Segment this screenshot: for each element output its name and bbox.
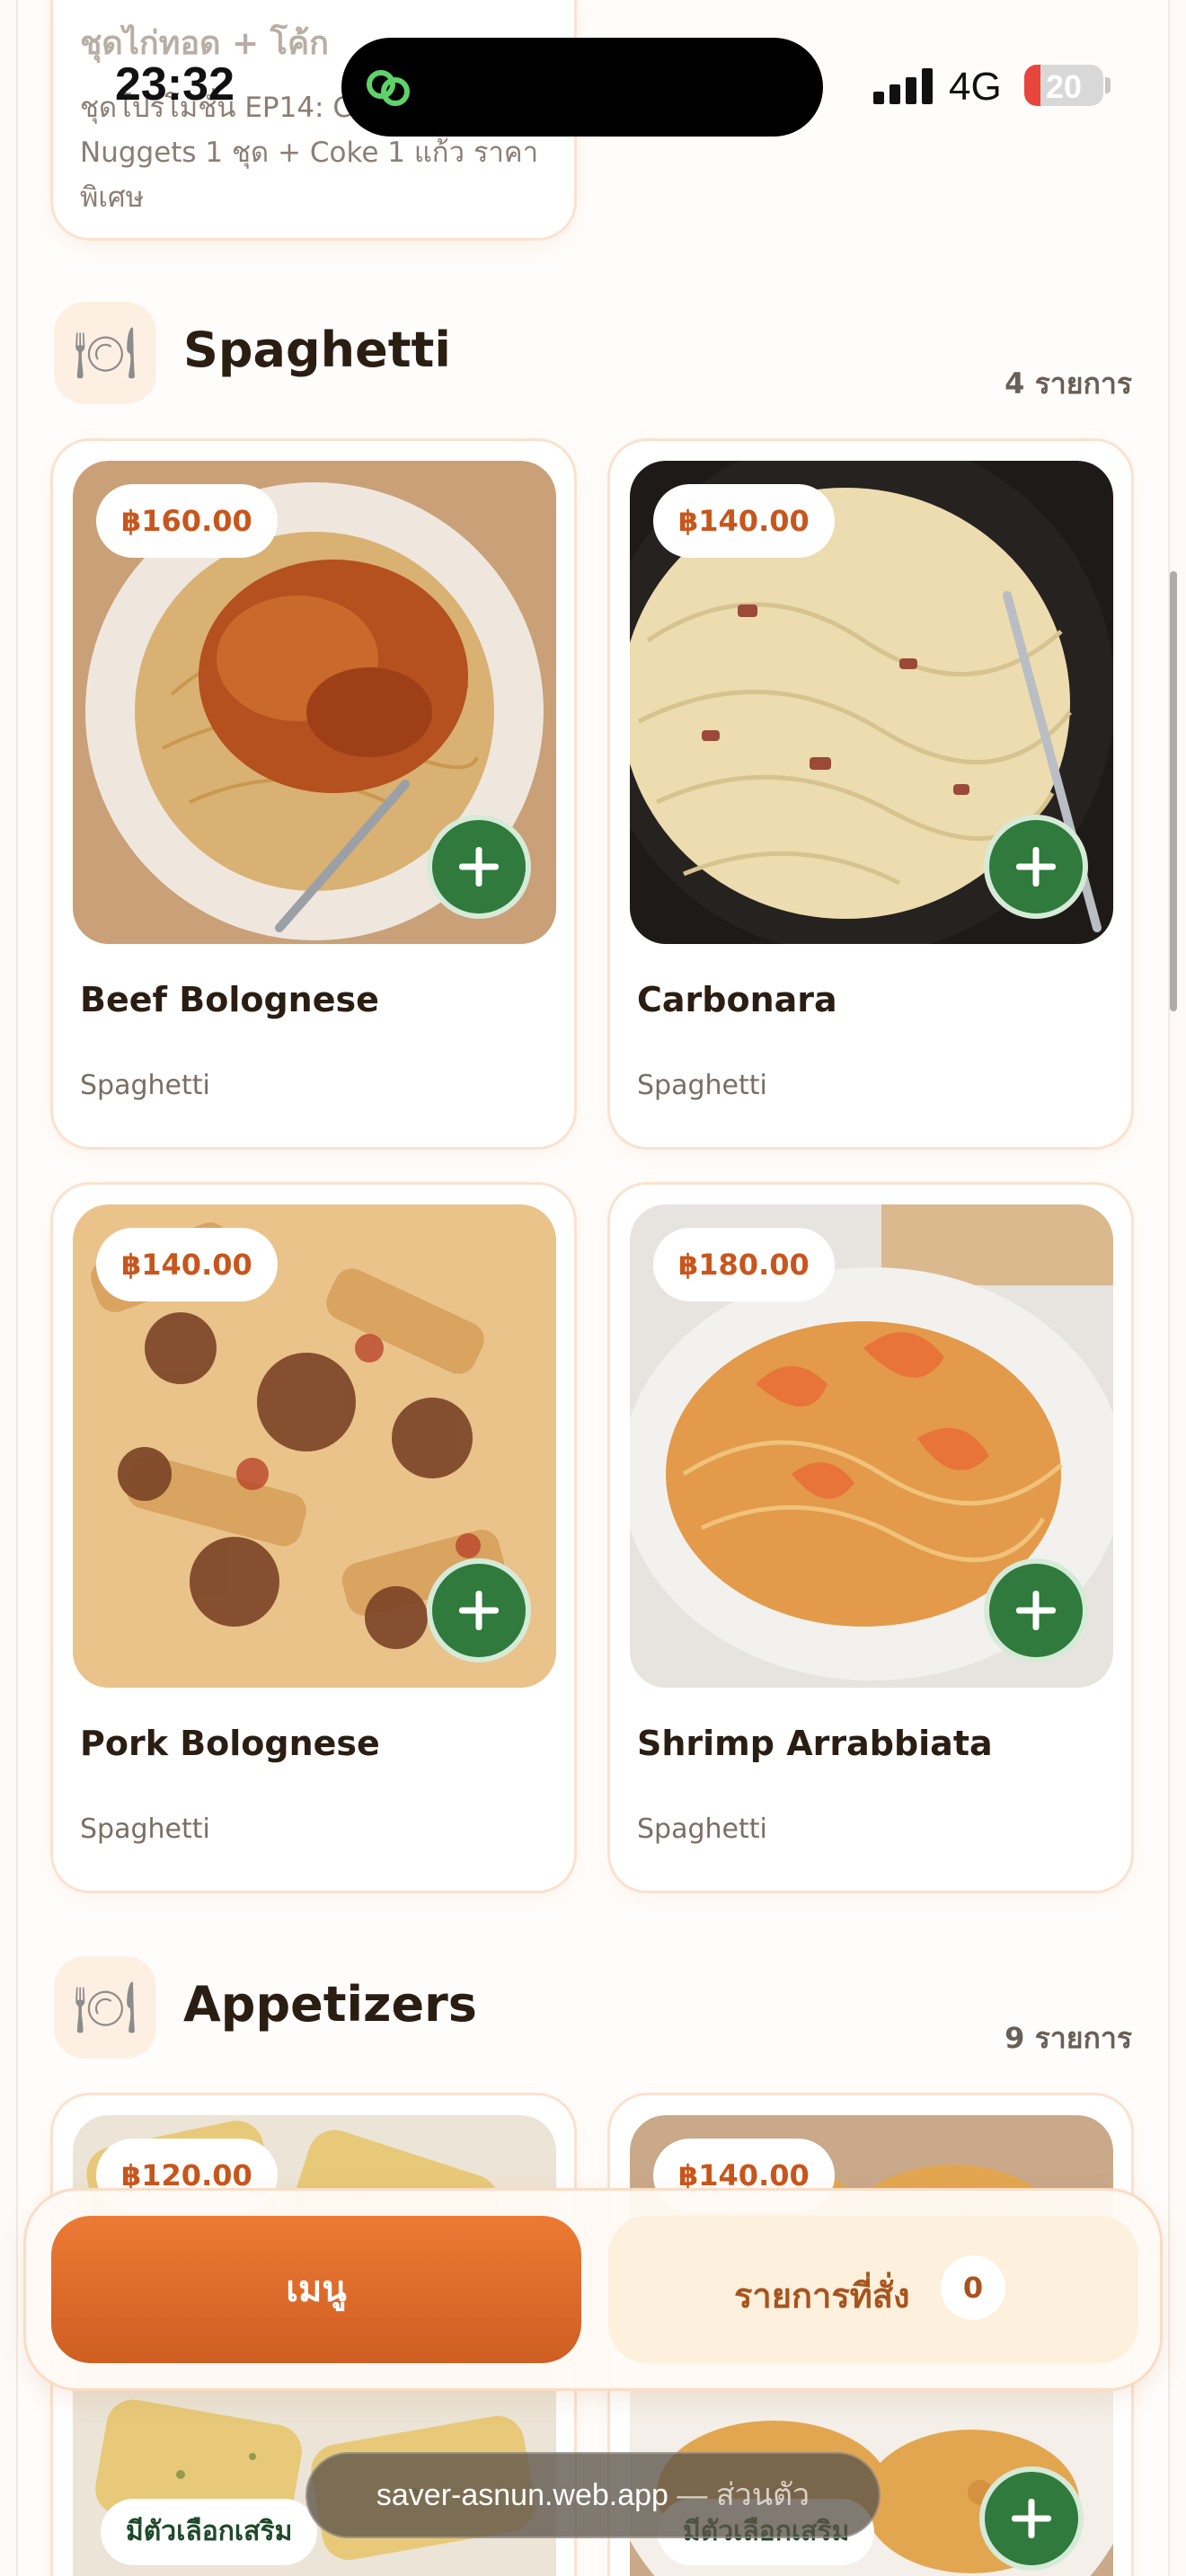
has-options-badge: มีตัวเลือกเสริม (101, 2499, 318, 2565)
section-title: Spaghetti (183, 322, 451, 378)
section-header-spaghetti: 🍽 Spaghetti 4 รายการ (54, 302, 1132, 410)
menu-tab-button[interactable]: เมนู (51, 2216, 581, 2363)
menu-item-card[interactable]: ฿140.00 Pork Bolognese Spaghetti (50, 1182, 577, 1893)
price-badge: ฿140.00 (96, 1228, 278, 1301)
battery-icon: 20 (1024, 65, 1103, 106)
item-category: Spaghetti (637, 1070, 767, 1101)
item-name: Shrimp Arrabbiata (637, 1724, 993, 1763)
price-badge: ฿160.00 (96, 484, 278, 558)
battery-level: 20 (1045, 68, 1083, 105)
bottom-navigation: เมนู รายการที่สั่ง 0 (23, 2188, 1163, 2391)
signal-bars-icon (873, 68, 933, 104)
section-header-appetizers: 🍽 Appetizers 9 รายการ (54, 1956, 1132, 2064)
price-badge: ฿140.00 (653, 484, 835, 558)
item-category: Spaghetti (637, 1813, 767, 1845)
plate-cutlery-icon: 🍽 (54, 1956, 156, 2059)
item-name: Carbonara (637, 980, 837, 1019)
section-title: Appetizers (183, 1976, 477, 2033)
add-to-cart-button[interactable] (984, 1558, 1088, 1663)
browser-url-bar[interactable]: saver-asnun.web.app — ส่วนตัว (305, 2452, 881, 2538)
add-to-cart-button[interactable] (427, 815, 531, 919)
item-category: Spaghetti (80, 1070, 210, 1101)
item-category: Spaghetti (80, 1813, 210, 1845)
add-to-cart-button[interactable] (984, 815, 1088, 919)
dynamic-island (341, 38, 823, 137)
item-name: Pork Bolognese (80, 1724, 380, 1763)
add-to-cart-button[interactable] (979, 2466, 1084, 2571)
menu-item-card[interactable]: ฿160.00 Beef Bolognese Spaghetti (50, 438, 577, 1150)
menu-item-card[interactable]: ฿140.00 Carbonara Spaghetti (607, 438, 1134, 1150)
private-mode-label: — ส่วนตัว (668, 2478, 810, 2512)
item-name: Beef Bolognese (80, 980, 379, 1019)
network-type: 4G (949, 65, 1002, 109)
orders-tab-button[interactable]: รายการที่สั่ง 0 (608, 2216, 1138, 2363)
scrollbar-thumb[interactable] (1170, 571, 1177, 1011)
status-time: 23:32 (115, 58, 235, 110)
battery-nub (1105, 77, 1111, 93)
section-item-count: 9 รายการ (1005, 2021, 1132, 2055)
plate-cutlery-icon: 🍽 (54, 302, 156, 404)
menu-item-card[interactable]: ฿180.00 Shrimp Arrabbiata Spaghetti (607, 1182, 1134, 1893)
link-icon (367, 70, 410, 106)
orders-tab-label: รายการที่สั่ง (734, 2276, 910, 2316)
section-item-count: 4 รายการ (1005, 366, 1132, 401)
price-badge: ฿180.00 (653, 1228, 835, 1301)
add-to-cart-button[interactable] (427, 1558, 531, 1663)
orders-count-badge: 0 (941, 2255, 1005, 2320)
url-host: saver-asnun.web.app (376, 2478, 668, 2512)
